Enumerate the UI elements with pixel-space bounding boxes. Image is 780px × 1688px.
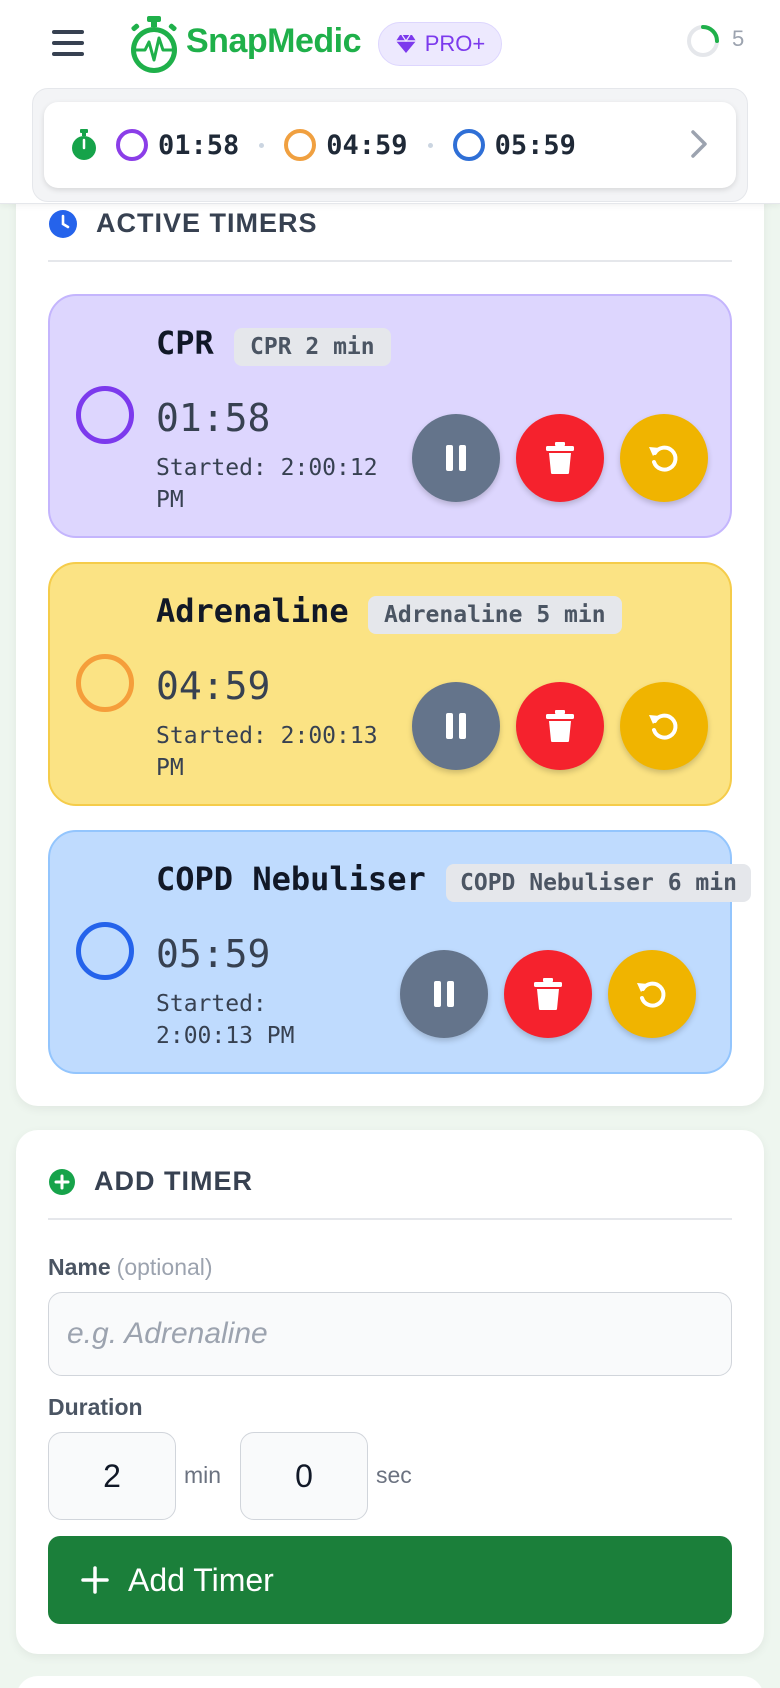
timer-card-cpr: CPR CPR 2 min 01:58 Started: 2:00:12 PM (48, 294, 732, 538)
pause-icon (446, 713, 466, 739)
running-timers-strip[interactable]: 01:58 04:59 05:59 (44, 102, 736, 188)
pause-icon (434, 981, 454, 1007)
trash-icon (534, 978, 562, 1010)
active-timer-count: 5 (732, 26, 745, 51)
reset-button[interactable] (620, 414, 708, 502)
strip-time: 05:59 (494, 129, 576, 161)
strip-time: 01:58 (158, 129, 240, 161)
reset-icon (649, 445, 678, 472)
timer-ring-icon (76, 922, 134, 980)
minutes-input[interactable] (48, 1432, 176, 1520)
reset-icon (649, 713, 678, 740)
menu-icon[interactable] (52, 30, 84, 58)
pause-button[interactable] (412, 414, 500, 502)
divider (48, 1218, 732, 1220)
active-timers-header: ACTIVE TIMERS (48, 208, 318, 239)
optional-hint: (optional) (116, 1254, 213, 1280)
timer-countdown: 01:58 (156, 396, 271, 440)
section-title: ACTIVE TIMERS (96, 208, 318, 238)
plus-icon (81, 1566, 109, 1594)
strip-timer-cpr[interactable]: 01:58 (116, 129, 239, 161)
timer-name: CPR (156, 324, 214, 362)
strip-timer-copd[interactable]: 05:59 (452, 129, 576, 161)
brand-name: SnapMedic (186, 22, 361, 60)
delete-button[interactable] (504, 950, 592, 1038)
divider (48, 260, 732, 262)
seconds-input[interactable] (240, 1432, 368, 1520)
name-input[interactable] (48, 1292, 732, 1376)
pause-icon (446, 445, 466, 471)
reset-button[interactable] (620, 682, 708, 770)
seconds-unit: sec (376, 1462, 412, 1488)
name-label-text: Name (48, 1254, 111, 1280)
timer-tag: Adrenaline 5 min (368, 596, 622, 634)
add-timer-label: Add Timer (128, 1561, 274, 1598)
strip-time: 04:59 (326, 129, 408, 161)
reset-button[interactable] (608, 950, 696, 1038)
timer-countdown: 04:59 (156, 664, 271, 708)
stopwatch-icon (72, 129, 96, 160)
stopwatch-logo-icon (131, 16, 177, 73)
app-header: SnapMedic PRO+ 5 01:58 04:59 05:59 (0, 0, 780, 204)
minutes-unit: min (184, 1462, 222, 1488)
timer-ring-icon (116, 129, 148, 161)
add-timer-card: ADD TIMER Name(optional) Duration min se… (16, 1130, 764, 1654)
pause-button[interactable] (400, 950, 488, 1038)
add-timer-button[interactable]: Add Timer (48, 1536, 732, 1624)
timer-started: Started: 2:00:13 PM (156, 723, 378, 781)
add-timer-header: ADD TIMER (48, 1166, 253, 1197)
duration-label: Duration (48, 1394, 143, 1420)
next-card-edge (16, 1676, 764, 1688)
reset-icon (637, 981, 666, 1008)
timer-started: Started: 2:00:12 PM (156, 455, 378, 513)
timer-ring-icon (76, 654, 134, 712)
trash-icon (546, 442, 574, 474)
active-timers-card: ACTIVE TIMERS CPR CPR 2 min 01:58 Starte… (16, 190, 764, 1106)
timer-tag: COPD Nebuliser 6 min (446, 864, 751, 902)
timer-name: Adrenaline (156, 592, 349, 630)
separator-dot (427, 142, 433, 148)
trash-icon (546, 710, 574, 742)
pro-plus-badge[interactable]: PRO+ (378, 22, 502, 66)
pro-plus-label: PRO+ (424, 31, 486, 56)
pause-button[interactable] (412, 682, 500, 770)
timer-card-adrenaline: Adrenaline Adrenaline 5 min 04:59 Starte… (48, 562, 732, 806)
timer-ring-icon (452, 129, 485, 161)
delete-button[interactable] (516, 414, 604, 502)
timer-ring-icon (284, 129, 317, 161)
delete-button[interactable] (516, 682, 604, 770)
timer-started: Started: 2:00:13 PM (156, 991, 295, 1049)
chevron-right-icon[interactable] (684, 126, 714, 162)
timer-name: COPD Nebuliser (156, 860, 426, 898)
timer-progress-icon (687, 25, 719, 57)
separator-dot (259, 142, 265, 148)
timer-card-copd-nebuliser: COPD Nebuliser COPD Nebuliser 6 min 05:5… (48, 830, 751, 1074)
name-label: Name (optional) (48, 1254, 213, 1281)
clock-icon (49, 209, 77, 238)
gem-icon (395, 34, 416, 53)
plus-circle-icon (49, 1168, 75, 1195)
strip-timer-adrenaline[interactable]: 04:59 (284, 129, 408, 161)
timer-ring-icon (76, 386, 134, 444)
timer-countdown: 05:59 (156, 932, 271, 976)
timer-tag: CPR 2 min (234, 328, 391, 366)
section-title: ADD TIMER (94, 1166, 253, 1196)
